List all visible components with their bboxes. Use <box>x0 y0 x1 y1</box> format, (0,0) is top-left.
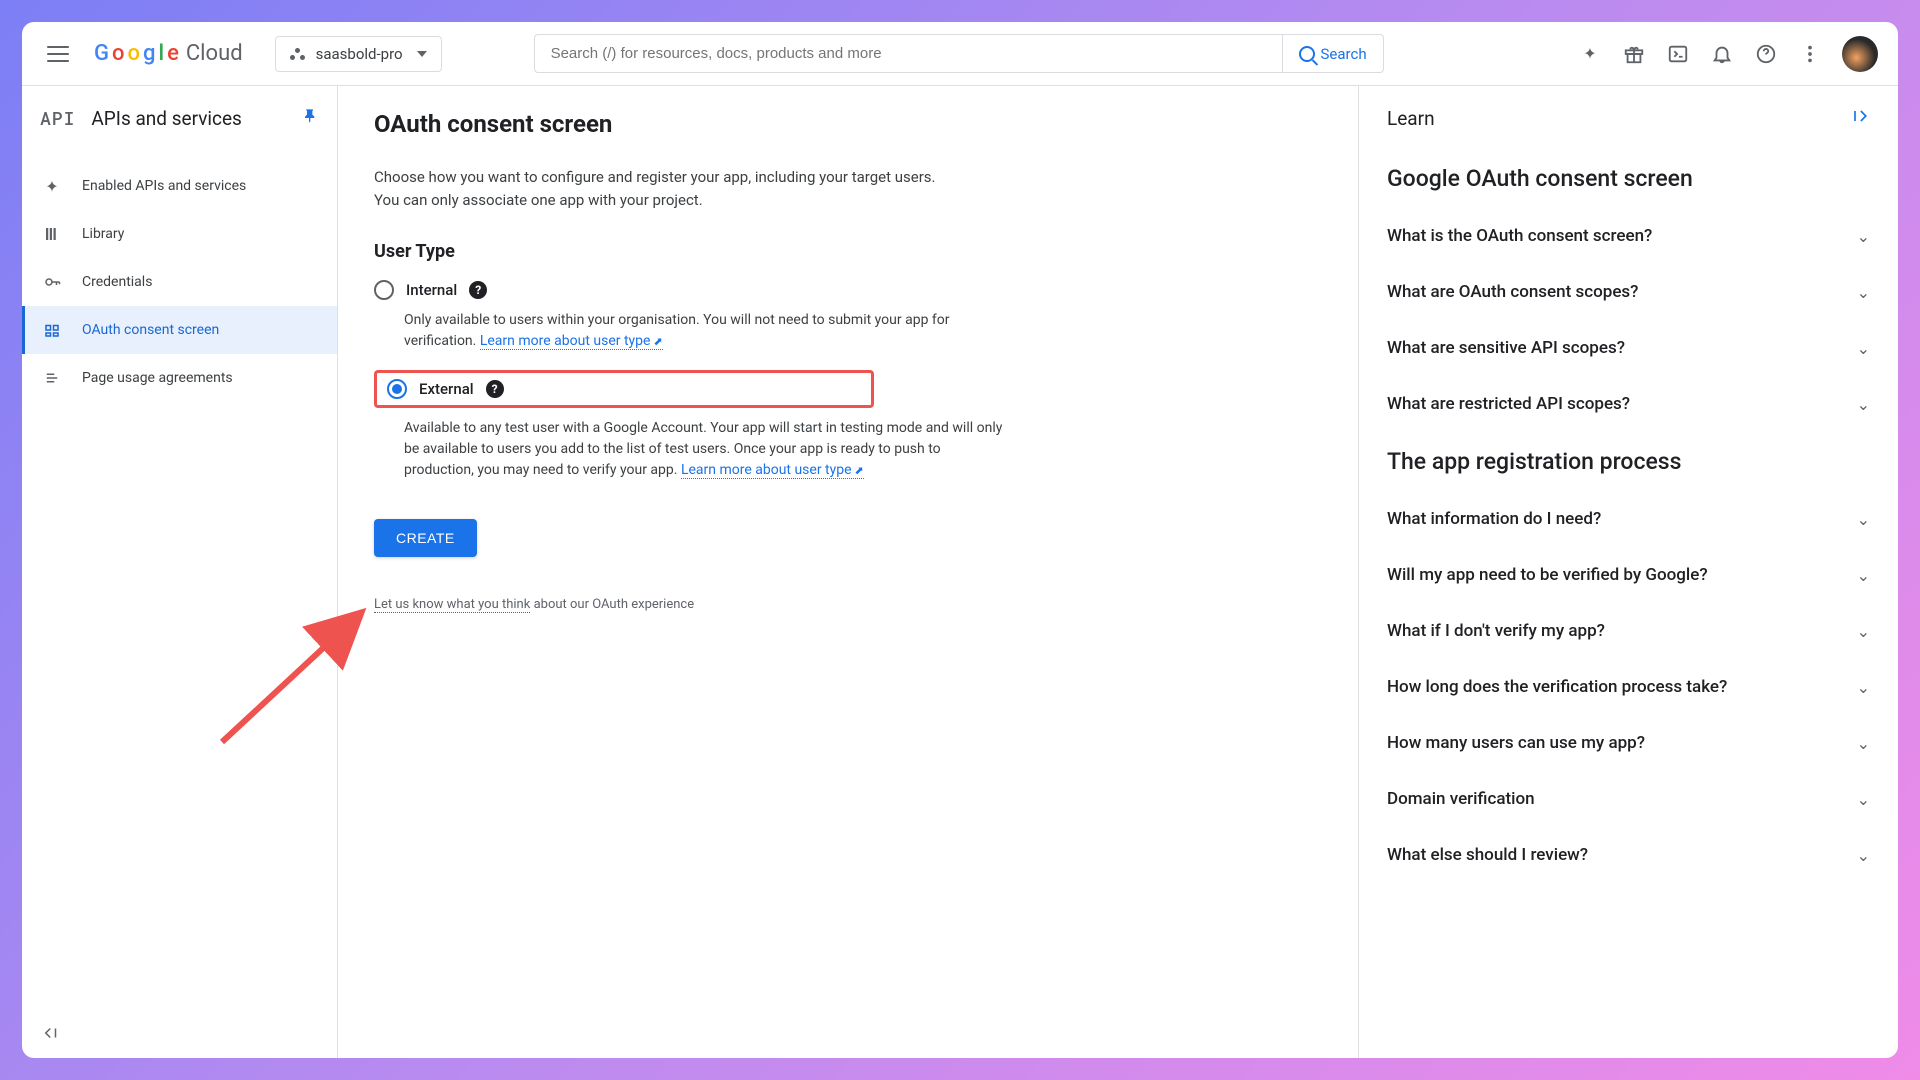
accordion-item[interactable]: What else should I review? ⌄ <box>1387 827 1870 883</box>
page-title: OAuth consent screen <box>374 110 1322 138</box>
chevron-down-icon: ⌄ <box>1857 678 1870 697</box>
google-cloud-logo[interactable]: Google Cloud <box>94 41 243 66</box>
chevron-down-icon: ⌄ <box>1857 846 1870 865</box>
internal-description: Only available to users within your orga… <box>404 310 1004 352</box>
chevron-down-icon: ⌄ <box>1857 566 1870 585</box>
feedback-text: Let us know what you think about our OAu… <box>374 597 1322 612</box>
main-content: OAuth consent screen Choose how you want… <box>338 86 1358 1058</box>
project-name: saasbold-pro <box>316 45 403 63</box>
radio-external-label: External <box>419 380 474 398</box>
panel-collapse-button[interactable] <box>1850 106 1870 131</box>
learn-panel: Learn Google OAuth consent screen What i… <box>1358 86 1898 1058</box>
intro-text: Choose how you want to configure and reg… <box>374 166 964 211</box>
accordion-item[interactable]: What if I don't verify my app? ⌄ <box>1387 603 1870 659</box>
learn-more-external-link[interactable]: Learn more about user type⬈ <box>681 462 864 479</box>
library-icon <box>42 224 62 244</box>
user-type-heading: User Type <box>374 241 1322 262</box>
chevron-down-icon: ⌄ <box>1857 734 1870 753</box>
gift-icon[interactable] <box>1622 42 1646 66</box>
hamburger-icon <box>47 46 69 62</box>
create-button[interactable]: CREATE <box>374 519 477 557</box>
chevron-down-icon: ⌄ <box>1857 395 1870 414</box>
help-icon[interactable]: ? <box>486 380 504 398</box>
sidebar-item-library[interactable]: Library <box>22 210 337 258</box>
chevron-down-icon: ⌄ <box>1857 227 1870 246</box>
feedback-link[interactable]: Let us know what you think <box>374 597 530 613</box>
chevron-down-icon: ⌄ <box>1857 339 1870 358</box>
radio-internal-row: Internal ? <box>374 280 1322 300</box>
external-highlight: External ? <box>374 370 874 408</box>
accordion-item[interactable]: How many users can use my app? ⌄ <box>1387 715 1870 771</box>
accordion-item[interactable]: What are restricted API scopes? ⌄ <box>1387 376 1870 432</box>
accordion-item[interactable]: What are OAuth consent scopes? ⌄ <box>1387 264 1870 320</box>
project-selector[interactable]: saasbold-pro <box>275 36 442 72</box>
external-description: Available to any test user with a Google… <box>404 418 1004 481</box>
notifications-icon[interactable] <box>1710 42 1734 66</box>
header-actions: ✦ <box>1578 36 1886 72</box>
external-link-icon: ⬈ <box>653 335 662 348</box>
sidebar-item-enabled-apis[interactable]: ✦ Enabled APIs and services <box>22 162 337 210</box>
accordion-item[interactable]: Domain verification ⌄ <box>1387 771 1870 827</box>
consent-icon <box>42 320 62 340</box>
chevron-down-icon: ⌄ <box>1857 283 1870 302</box>
accordion-item[interactable]: What is the OAuth consent screen? ⌄ <box>1387 208 1870 264</box>
hamburger-menu-button[interactable] <box>34 30 82 78</box>
sidebar-header: API APIs and services <box>22 86 337 150</box>
search-input[interactable] <box>534 34 1282 73</box>
more-icon[interactable] <box>1798 42 1822 66</box>
accordion-item[interactable]: How long does the verification process t… <box>1387 659 1870 715</box>
learn-title: Learn <box>1387 107 1435 130</box>
user-avatar[interactable] <box>1842 36 1878 72</box>
chevron-down-icon: ⌄ <box>1857 510 1870 529</box>
learn-more-internal-link[interactable]: Learn more about user type⬈ <box>480 333 663 350</box>
accordion-item[interactable]: What information do I need? ⌄ <box>1387 491 1870 547</box>
top-header: Google Cloud saasbold-pro Search ✦ <box>22 22 1898 86</box>
key-icon <box>42 272 62 292</box>
chevron-down-icon: ⌄ <box>1857 622 1870 641</box>
radio-internal-label: Internal <box>406 281 457 299</box>
gemini-icon[interactable]: ✦ <box>1578 42 1602 66</box>
accordion-item[interactable]: Will my app need to be verified by Googl… <box>1387 547 1870 603</box>
agreements-icon <box>42 368 62 388</box>
learn-section-2: The app registration process <box>1387 448 1870 475</box>
chevron-down-icon: ⌄ <box>1857 790 1870 809</box>
radio-internal[interactable] <box>374 280 394 300</box>
search-icon <box>1299 46 1315 62</box>
sidebar-collapse-button[interactable] <box>22 1012 337 1058</box>
enabled-apis-icon: ✦ <box>42 176 62 196</box>
sidebar-item-credentials[interactable]: Credentials <box>22 258 337 306</box>
help-icon[interactable]: ? <box>469 281 487 299</box>
pin-icon[interactable] <box>303 108 319 129</box>
radio-external[interactable] <box>387 379 407 399</box>
help-icon[interactable] <box>1754 42 1778 66</box>
learn-section-1: Google OAuth consent screen <box>1387 165 1870 192</box>
external-link-icon: ⬈ <box>855 464 864 477</box>
api-badge: API <box>40 106 75 130</box>
sidebar-item-page-usage[interactable]: Page usage agreements <box>22 354 337 402</box>
search-button[interactable]: Search <box>1282 34 1384 73</box>
cloud-shell-icon[interactable] <box>1666 42 1690 66</box>
search-bar: Search <box>534 34 1384 73</box>
sidebar: API APIs and services ✦ Enabled APIs and… <box>22 86 338 1058</box>
project-icon <box>290 48 306 60</box>
sidebar-title: APIs and services <box>91 107 287 130</box>
sidebar-item-oauth-consent[interactable]: OAuth consent screen <box>22 306 337 354</box>
accordion-item[interactable]: What are sensitive API scopes? ⌄ <box>1387 320 1870 376</box>
chevron-down-icon <box>417 51 427 57</box>
